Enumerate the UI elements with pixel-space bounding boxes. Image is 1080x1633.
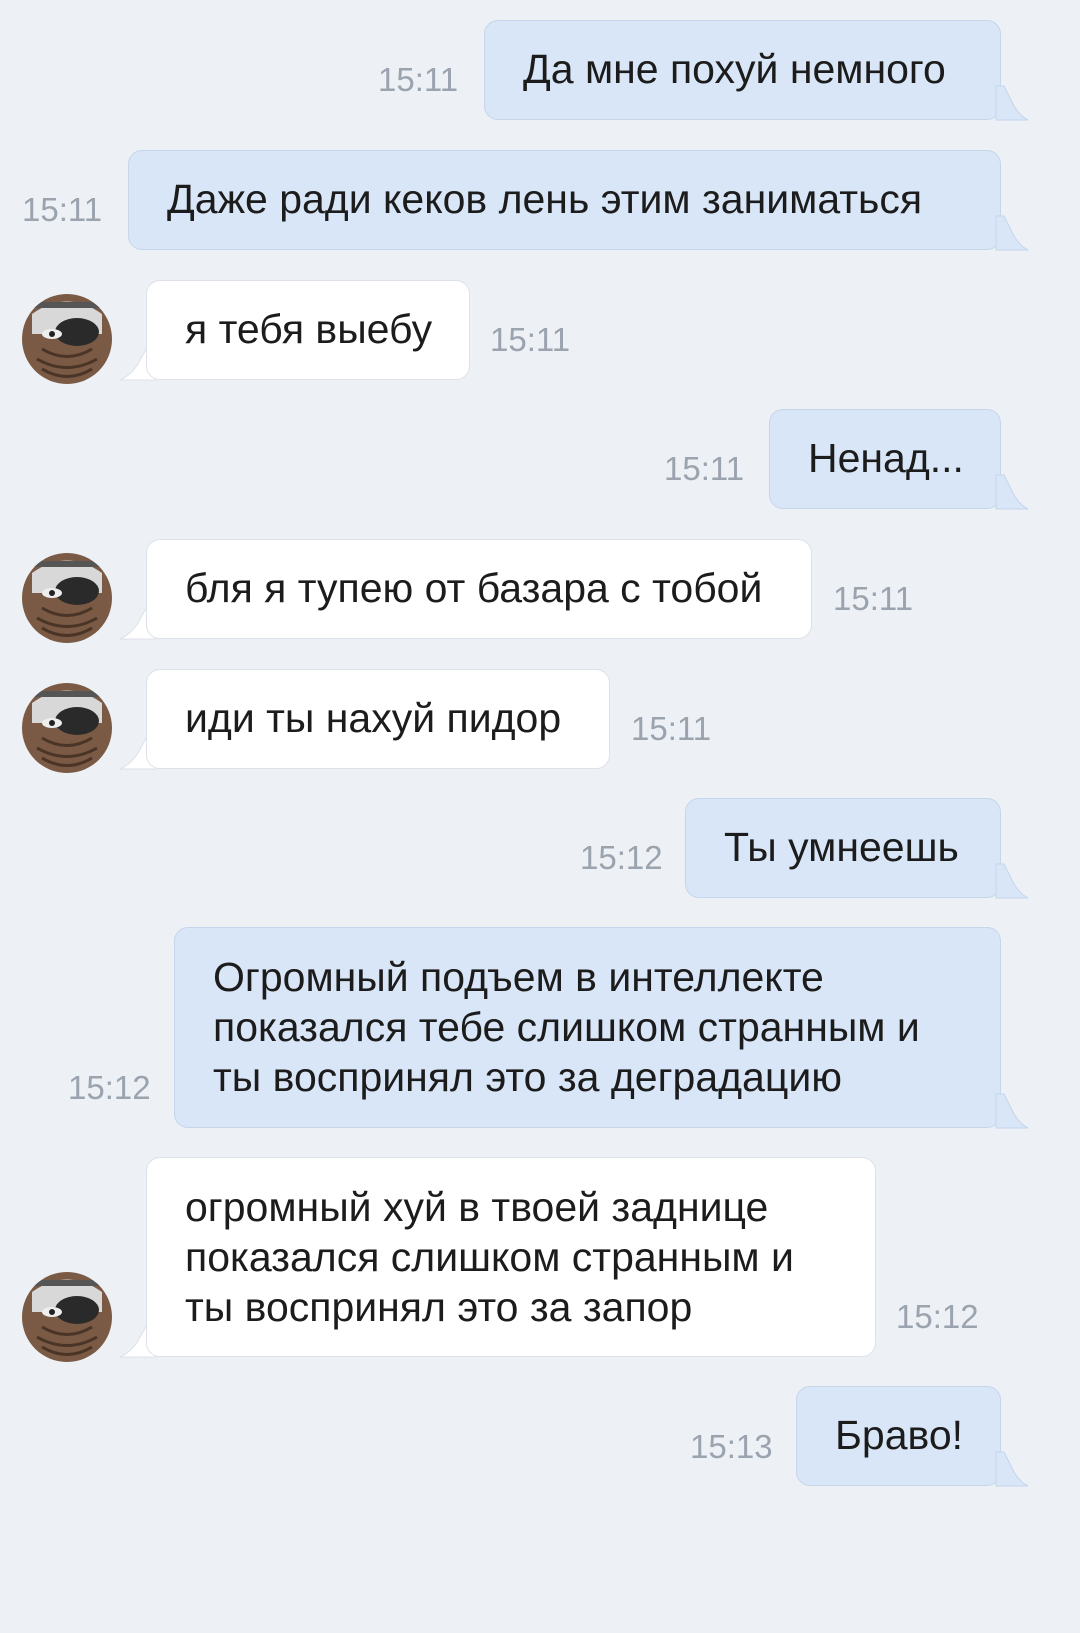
message-time: 15:12 — [68, 1069, 151, 1106]
bubble-tail-icon — [995, 474, 1029, 510]
outgoing-message-bubble[interactable]: Даже ради кеков лень этим заниматься — [128, 150, 1001, 250]
outgoing-message-bubble[interactable]: Ненад... — [769, 409, 1001, 509]
message-time: 15:11 — [490, 321, 571, 358]
message-text: я тебя выебу — [185, 306, 433, 352]
message-text-line: ты воспринял это за деградацию — [213, 1054, 842, 1100]
message-text-line: показался слишком странным и — [185, 1234, 794, 1280]
message-text: Браво! — [835, 1412, 964, 1458]
contact-avatar[interactable] — [22, 1272, 112, 1362]
message-text: бля я тупею от базара с тобой — [185, 565, 763, 611]
bubble-tail-icon — [995, 1451, 1029, 1487]
bubble-tail-icon — [995, 1093, 1029, 1129]
message-text-line: ты воспринял это за запор — [185, 1284, 693, 1330]
message-time: 15:11 — [22, 191, 103, 228]
message-time: 15:13 — [690, 1428, 773, 1465]
bubble-tail-icon — [995, 215, 1029, 251]
message-text: Ты умнеешь — [724, 824, 959, 870]
message-text: Да мне похуй немного — [523, 46, 946, 92]
message-text: иди ты нахуй пидор — [185, 695, 562, 741]
avatar-image-icon — [22, 294, 112, 384]
outgoing-message-bubble[interactable]: Да мне похуй немного — [484, 20, 1001, 120]
message-text: Ненад... — [808, 435, 964, 481]
message-time: 15:11 — [378, 61, 459, 98]
avatar-image-icon — [22, 553, 112, 643]
incoming-message-bubble[interactable]: бля я тупею от базара с тобой — [146, 539, 812, 639]
contact-avatar[interactable] — [22, 294, 112, 384]
message-text-line: показался тебе слишком странным и — [213, 1004, 920, 1050]
contact-avatar[interactable] — [22, 683, 112, 773]
message-time: 15:11 — [631, 710, 712, 747]
message-text-line: огромный хуй в твоей заднице — [185, 1184, 769, 1230]
avatar-image-icon — [22, 683, 112, 773]
message-time: 15:11 — [833, 580, 914, 617]
message-text: Даже ради кеков лень этим заниматься — [167, 176, 923, 222]
bubble-tail-icon — [995, 863, 1029, 899]
message-time: 15:12 — [580, 839, 663, 876]
incoming-message-bubble[interactable]: огромный хуй в твоей заднице показался с… — [146, 1157, 876, 1357]
contact-avatar[interactable] — [22, 553, 112, 643]
message-time: 15:12 — [896, 1298, 979, 1335]
incoming-message-bubble[interactable]: я тебя выебу — [146, 280, 470, 380]
bubble-tail-icon — [995, 85, 1029, 121]
avatar-image-icon — [22, 1272, 112, 1362]
message-text-line: Огромный подъем в интеллекте — [213, 954, 824, 1000]
outgoing-message-bubble[interactable]: Огромный подъем в интеллекте показался т… — [174, 927, 1001, 1128]
outgoing-message-bubble[interactable]: Браво! — [796, 1386, 1001, 1486]
message-time: 15:11 — [664, 450, 745, 487]
outgoing-message-bubble[interactable]: Ты умнеешь — [685, 798, 1001, 898]
incoming-message-bubble[interactable]: иди ты нахуй пидор — [146, 669, 610, 769]
